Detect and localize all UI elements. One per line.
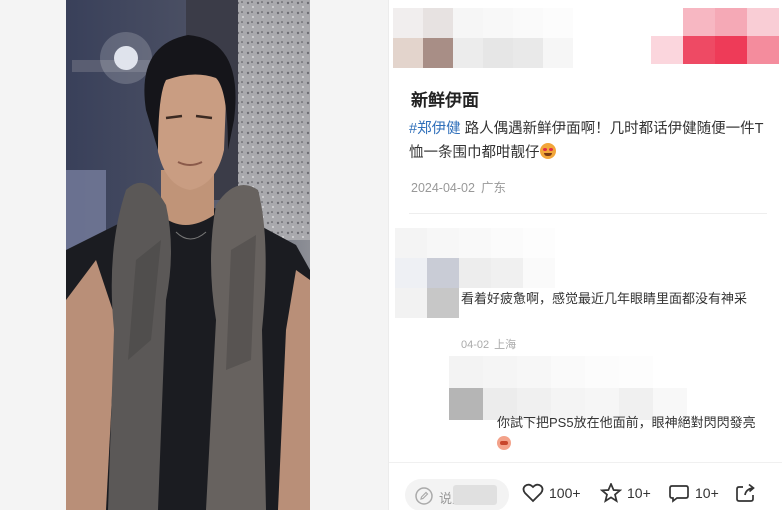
- comment-1-text: 看着好疲惫啊，感觉最近几年眼睛里面都没有神采: [461, 291, 748, 306]
- share-icon: [736, 483, 755, 502]
- comment-1-date: 04-02: [461, 339, 490, 351]
- comment-input[interactable]: 说点什么...: [405, 479, 509, 510]
- post-title: 新鲜伊面: [411, 91, 479, 110]
- comment-1-location: 上海: [494, 339, 517, 351]
- content-divider: [409, 213, 767, 214]
- like-button[interactable]: 100+: [522, 483, 581, 503]
- post-meta: 2024-04-02 广东: [411, 177, 512, 196]
- comment-2-text-content: 你試下把PS5放在他面前，眼神絕對閃閃發亮: [497, 415, 756, 430]
- post-location: 广东: [480, 181, 506, 195]
- image-viewer: [0, 0, 388, 510]
- commenter-2-blurred[interactable]: [449, 356, 687, 420]
- share-button[interactable]: [735, 483, 762, 503]
- input-blur-overlay: [453, 485, 497, 505]
- heart-icon: [522, 483, 544, 503]
- follow-button-blurred[interactable]: [651, 8, 779, 64]
- favorite-count: 10+: [627, 485, 651, 501]
- star-icon: [600, 483, 622, 503]
- comment-1-meta: 04-02 上海: [461, 336, 521, 352]
- blush-emoji-icon: [497, 436, 511, 450]
- post-photo[interactable]: [66, 0, 310, 510]
- favorite-button[interactable]: 10+: [600, 483, 651, 503]
- comment-button[interactable]: 10+: [668, 483, 719, 503]
- chat-bubble-icon: [669, 485, 689, 503]
- hashtag-link[interactable]: #郑伊健: [409, 121, 461, 137]
- like-count: 100+: [549, 485, 581, 501]
- author-avatar-blurred[interactable]: [393, 8, 573, 68]
- pen-icon: [415, 487, 433, 505]
- person-photo: [66, 0, 310, 510]
- post-body: #郑伊健 路人偶遇新鲜伊面啊！几时都话伊健随便一件T恤一条围巾都咁靓仔: [409, 117, 771, 165]
- engagement-bar: 说点什么... 100+ 10+ 10+: [389, 462, 782, 510]
- heart-eyes-emoji-icon: [539, 143, 556, 159]
- post-detail-panel: 新鲜伊面 #郑伊健 路人偶遇新鲜伊面啊！几时都话伊健随便一件T恤一条围巾都咁靓仔 …: [389, 0, 782, 510]
- comment-2-text: 你試下把PS5放在他面前，眼神絕對閃閃發亮: [497, 412, 765, 454]
- comment-count: 10+: [695, 485, 719, 501]
- post-body-text: 路人偶遇新鲜伊面啊！几时都话伊健随便一件T恤一条围巾都咁靓仔: [409, 121, 764, 161]
- post-date: 2024-04-02: [411, 181, 475, 195]
